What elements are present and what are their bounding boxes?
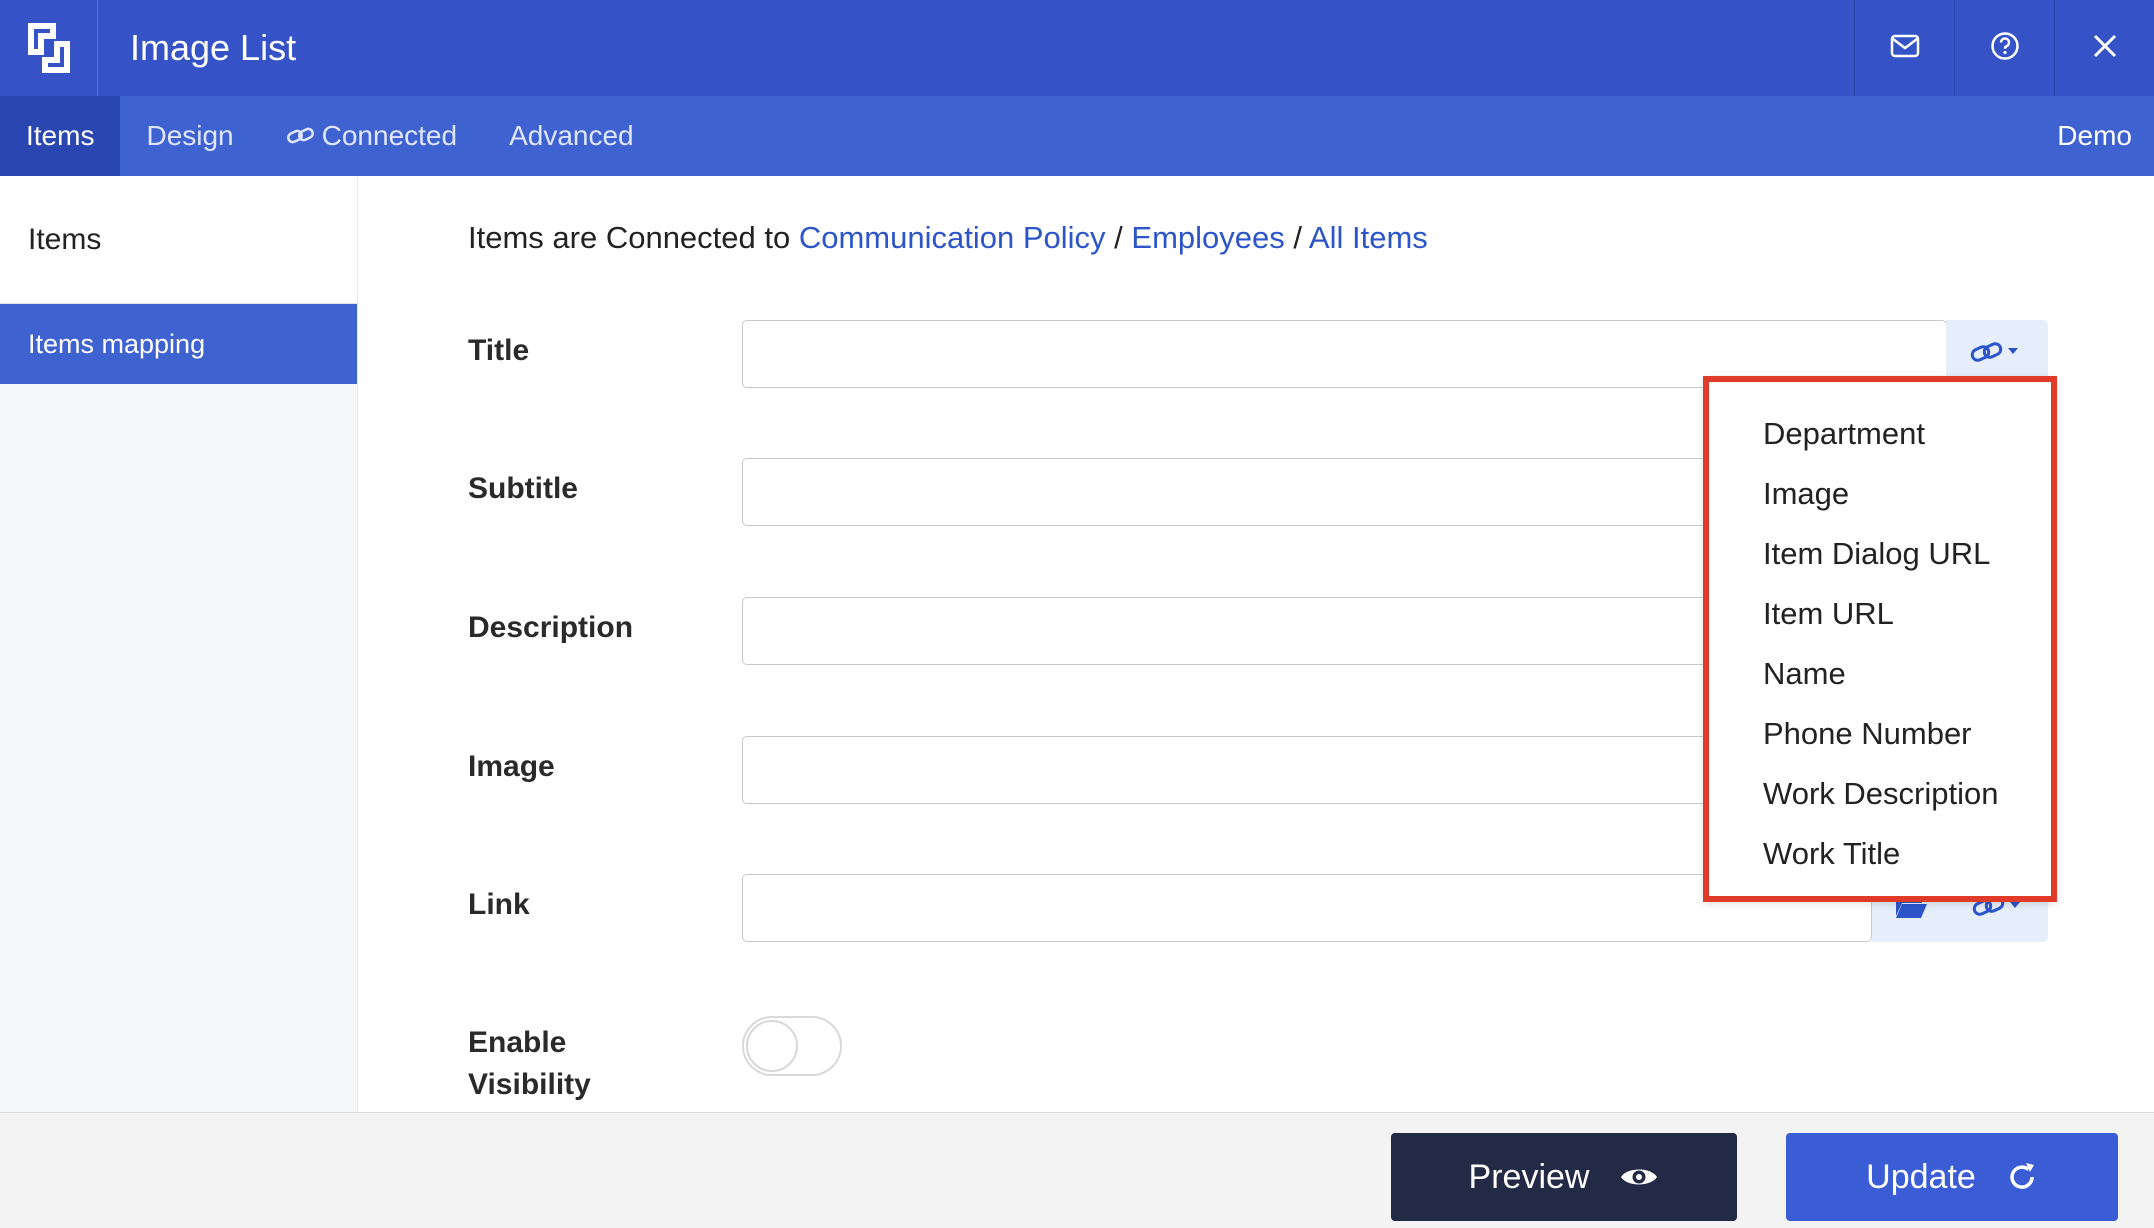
help-icon — [1990, 31, 2020, 66]
tab-bar: Items Design Connected Advanced Demo — [0, 96, 2154, 176]
dropdown-item-work-title[interactable]: Work Title — [1709, 824, 2051, 884]
breadcrumb-link-view[interactable]: All Items — [1309, 220, 1428, 255]
breadcrumb-separator: / — [1114, 220, 1123, 255]
tab-connected[interactable]: Connected — [260, 96, 483, 176]
user-label[interactable]: Demo — [2057, 96, 2154, 176]
dropdown-item-image[interactable]: Image — [1709, 464, 2051, 524]
close-button[interactable] — [2054, 0, 2154, 96]
dropdown-item-name[interactable]: Name — [1709, 644, 2051, 704]
dropdown-list: Department Image Item Dialog URL Item UR… — [1709, 382, 2051, 884]
tab-connected-label: Connected — [321, 120, 458, 151]
description-label: Description — [468, 611, 634, 644]
link-dropdown-icon — [1970, 337, 2024, 372]
tab-design[interactable]: Design — [120, 96, 259, 176]
enable-visibility-row: Enable Visibility — [468, 1016, 2068, 1110]
dropdown-item-item-url[interactable]: Item URL — [1709, 584, 2051, 644]
sidebar-item-items-mapping[interactable]: Items mapping — [0, 304, 357, 384]
subtitle-label: Subtitle — [468, 472, 578, 505]
eye-icon — [1619, 1164, 1659, 1190]
mail-icon — [1890, 34, 1920, 63]
enable-visibility-label: Enable Visibility — [468, 1022, 591, 1106]
refresh-icon — [2006, 1161, 2038, 1193]
breadcrumb-link-list[interactable]: Employees — [1131, 220, 1284, 255]
enable-visibility-label-line2: Visibility — [468, 1068, 591, 1101]
tab-advanced[interactable]: Advanced — [483, 96, 660, 176]
image-label: Image — [468, 750, 555, 783]
enable-visibility-toggle[interactable] — [742, 1016, 842, 1076]
breadcrumb-prefix: Items are Connected to — [468, 220, 791, 255]
field-mapping-dropdown: Department Image Item Dialog URL Item UR… — [1703, 376, 2057, 902]
title-bar: Image List — [0, 0, 2154, 96]
link-label: Link — [468, 888, 530, 921]
preview-button[interactable]: Preview — [1391, 1133, 1737, 1221]
tab-design-label: Design — [146, 120, 234, 151]
breadcrumb-separator: / — [1293, 220, 1303, 255]
update-button[interactable]: Update — [1786, 1133, 2118, 1221]
update-button-label: Update — [1866, 1157, 1976, 1196]
dropdown-item-work-description[interactable]: Work Description — [1709, 764, 2051, 824]
enable-visibility-label-line1: Enable — [468, 1026, 567, 1059]
mail-button[interactable] — [1854, 0, 1954, 96]
tab-spacer — [660, 96, 2058, 176]
sidebar-item-items[interactable]: Items — [0, 176, 357, 304]
help-button[interactable] — [1954, 0, 2054, 96]
app-title: Image List — [130, 27, 297, 68]
tab-items-label: Items — [26, 120, 95, 151]
sidebar: Items Items mapping — [0, 176, 358, 1112]
title-label: Title — [468, 334, 530, 367]
breadcrumb-link-site[interactable]: Communication Policy — [799, 220, 1106, 255]
dropdown-item-item-dialog-url[interactable]: Item Dialog URL — [1709, 524, 2051, 584]
app-logo-icon — [0, 0, 98, 96]
preview-button-label: Preview — [1468, 1157, 1590, 1196]
tab-advanced-label: Advanced — [509, 120, 634, 151]
toggle-knob — [746, 1020, 798, 1072]
link-icon — [286, 125, 316, 147]
footer-bar: Preview Update — [0, 1112, 2154, 1228]
breadcrumb: Items are Connected to Communication Pol… — [468, 220, 1428, 256]
close-icon — [2092, 33, 2118, 64]
dropdown-item-department[interactable]: Department — [1709, 404, 2051, 464]
tab-items[interactable]: Items — [0, 96, 121, 176]
dropdown-item-phone-number[interactable]: Phone Number — [1709, 704, 2051, 764]
